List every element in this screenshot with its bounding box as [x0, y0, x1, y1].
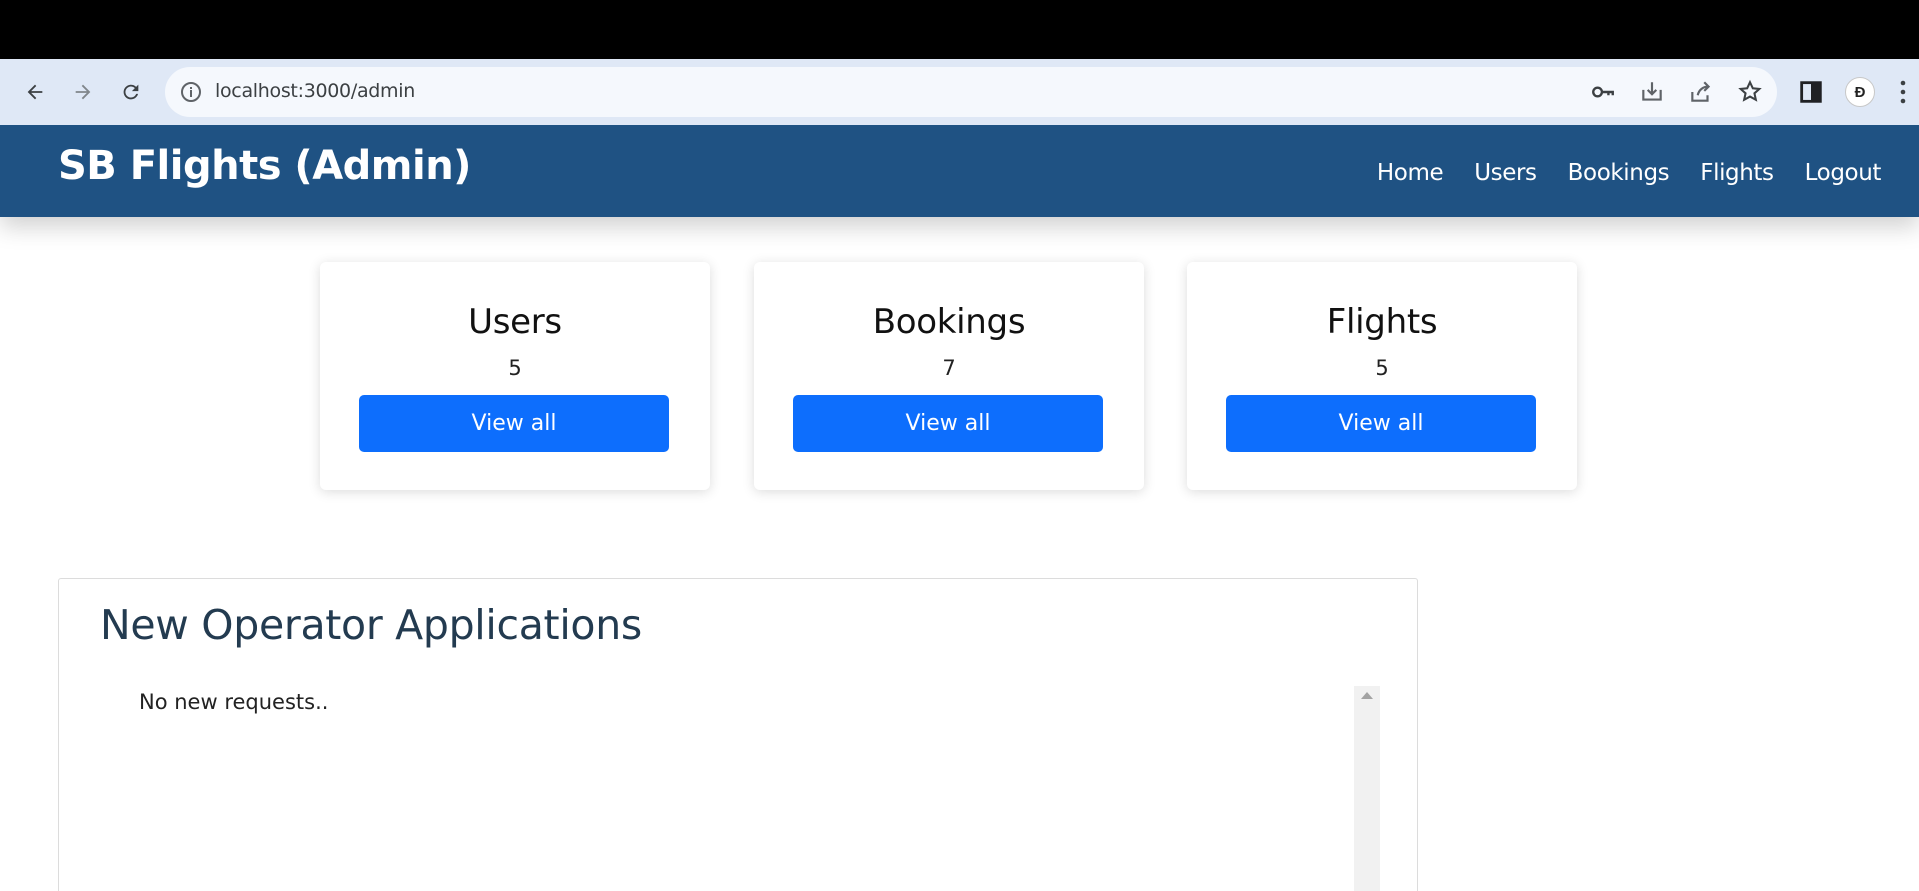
app-navbar: SB Flights (Admin) Home Users Bookings F… [0, 125, 1919, 217]
menu-kebab-icon[interactable] [1898, 79, 1908, 105]
bookmark-star-icon[interactable] [1737, 79, 1763, 105]
flights-card: Flights 5 View all [1187, 262, 1577, 490]
applications-heading: New Operator Applications [100, 601, 642, 649]
nav-link-bookings[interactable]: Bookings [1568, 160, 1670, 186]
card-count: 5 [1375, 356, 1389, 380]
nav-links: Home Users Bookings Flights Logout [1377, 160, 1881, 186]
view-all-users-button[interactable]: View all [359, 395, 669, 452]
operator-applications-panel: New Operator Applications No new request… [58, 578, 1418, 891]
browser-toolbar: localhost:3000/admin Đ [0, 59, 1919, 125]
nav-link-home[interactable]: Home [1377, 160, 1444, 186]
card-title: Bookings [872, 302, 1026, 342]
nav-link-logout[interactable]: Logout [1805, 160, 1882, 186]
install-icon[interactable] [1639, 79, 1665, 105]
key-icon[interactable] [1590, 79, 1616, 105]
brand-title[interactable]: SB Flights (Admin) [58, 143, 471, 189]
view-all-bookings-button[interactable]: View all [793, 395, 1103, 452]
card-count: 7 [942, 356, 956, 380]
address-bar[interactable]: localhost:3000/admin [165, 67, 1777, 117]
page-content: SB Flights (Admin) Home Users Bookings F… [0, 125, 1919, 891]
screen-top-bar [0, 0, 1919, 59]
nav-link-users[interactable]: Users [1474, 160, 1537, 186]
scroll-up-arrow-icon[interactable] [1361, 692, 1373, 699]
back-arrow-icon[interactable] [20, 77, 50, 107]
side-panel-icon[interactable] [1797, 78, 1825, 106]
scrollbar[interactable] [1354, 686, 1380, 891]
card-title: Flights [1326, 302, 1438, 342]
view-all-flights-button[interactable]: View all [1226, 395, 1536, 452]
profile-avatar[interactable]: Đ [1845, 77, 1875, 107]
reload-icon[interactable] [116, 77, 146, 107]
forward-arrow-icon[interactable] [68, 77, 98, 107]
card-count: 5 [508, 356, 522, 380]
url-text[interactable]: localhost:3000/admin [215, 80, 415, 102]
bookings-card: Bookings 7 View all [754, 262, 1144, 490]
nav-link-flights[interactable]: Flights [1700, 160, 1774, 186]
card-title: Users [468, 302, 562, 342]
empty-requests-text: No new requests.. [139, 690, 329, 714]
users-card: Users 5 View all [320, 262, 710, 490]
site-info-icon[interactable] [179, 80, 203, 104]
share-icon[interactable] [1688, 79, 1714, 105]
